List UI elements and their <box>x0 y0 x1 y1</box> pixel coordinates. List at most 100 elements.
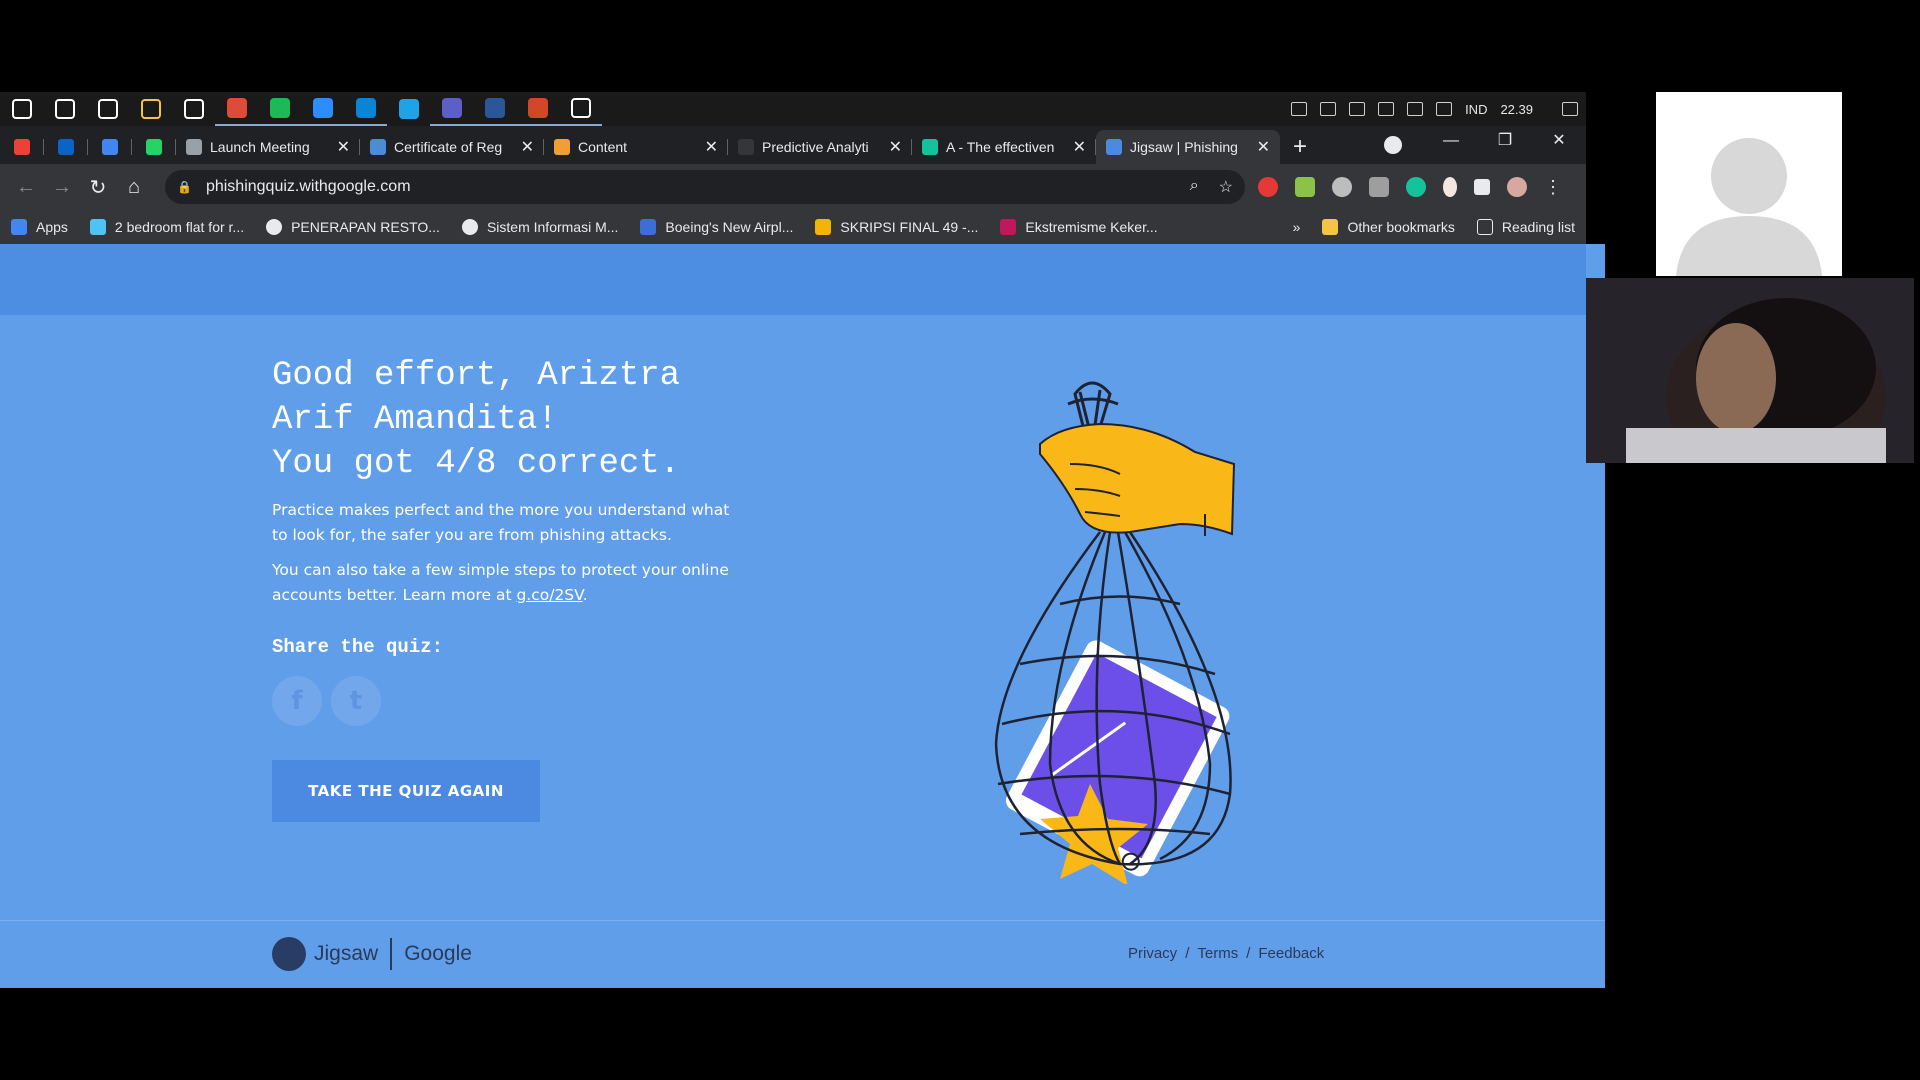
spotify-icon[interactable] <box>258 92 301 126</box>
folder-icon <box>1322 219 1339 235</box>
file-explorer-icon[interactable] <box>129 92 172 126</box>
jigsaw-google-brand[interactable]: Jigsaw Google <box>272 937 472 971</box>
battery-icon[interactable] <box>1349 102 1366 116</box>
browser-tab[interactable]: Content ✕ <box>544 130 728 164</box>
tab-close-icon[interactable]: ✕ <box>337 137 350 157</box>
zoom-icon[interactable]: ⌕ <box>1190 177 1199 197</box>
tab-close-icon[interactable]: ✕ <box>705 137 718 157</box>
grammarly-icon <box>922 139 938 155</box>
chrome-icon[interactable] <box>215 92 258 126</box>
new-tab-button[interactable]: + <box>1280 130 1320 164</box>
bookmark-item[interactable]: Apps <box>0 219 79 235</box>
edge-icon-glyph <box>398 99 419 119</box>
word-icon[interactable] <box>473 92 516 126</box>
feedback-link[interactable]: Feedback <box>1258 945 1324 962</box>
extension-icon[interactable] <box>1369 177 1389 197</box>
bookmark-item[interactable]: 2 bedroom flat for r... <box>79 219 255 235</box>
notifications-icon[interactable] <box>1562 102 1578 116</box>
store-icon-glyph <box>183 99 204 119</box>
jigsaw-logo-icon <box>272 937 306 971</box>
bookmark-item[interactable]: SKRIPSI FINAL 49 -... <box>804 219 989 235</box>
teams-icon[interactable] <box>430 92 473 126</box>
participant-avatar-tile[interactable] <box>1656 92 1842 276</box>
search-icon[interactable] <box>43 92 86 126</box>
learn-more-link[interactable]: g.co/2SV <box>516 586 582 604</box>
tab-title: Launch Meeting <box>210 139 310 155</box>
pinned-tab[interactable] <box>88 130 132 164</box>
facebook-share-button[interactable]: f <box>272 676 322 726</box>
pinned-tab[interactable] <box>132 130 176 164</box>
browser-tab[interactable]: Certificate of Reg ✕ <box>360 130 544 164</box>
adblock-icon[interactable] <box>1258 177 1278 197</box>
windows-start-icon[interactable] <box>0 92 43 126</box>
grammarly-icon[interactable] <box>1406 177 1426 197</box>
cortana-icon[interactable] <box>86 92 129 126</box>
pinned-tab[interactable] <box>0 130 44 164</box>
bookmark-item[interactable]: Sistem Informasi M... <box>451 219 629 235</box>
edge-icon[interactable] <box>387 92 430 126</box>
take-quiz-again-button[interactable]: TAKE THE QUIZ AGAIN <box>272 760 540 822</box>
wifi-icon[interactable] <box>1407 102 1424 116</box>
participant-camera-tile[interactable] <box>1586 278 1914 463</box>
file-explorer-icon-glyph <box>140 99 161 119</box>
extension-icon[interactable] <box>1295 177 1315 197</box>
bookmark-item[interactable]: Ekstremisme Keker... <box>989 219 1168 235</box>
profile-avatar[interactable] <box>1507 177 1527 197</box>
address-bar[interactable]: 🔒 phishingquiz.withgoogle.com ⌕ ☆ <box>165 170 1245 204</box>
globe-extension-icon[interactable] <box>1332 177 1352 197</box>
content-icon <box>554 139 570 155</box>
zoom-icon[interactable] <box>301 92 344 126</box>
volume-icon[interactable] <box>1436 102 1453 116</box>
protect-text: You can also take a few simple steps to … <box>272 561 729 604</box>
windows-taskbar: IND 22.39 <box>0 92 1586 126</box>
chevron-up-icon[interactable] <box>1291 102 1308 116</box>
mail-icon[interactable] <box>344 92 387 126</box>
other-bookmarks[interactable]: Other bookmarks <box>1311 219 1465 235</box>
home-icon[interactable]: ⌂ <box>116 176 152 199</box>
document-icon <box>370 139 386 155</box>
tab-close-icon[interactable]: ✕ <box>1073 137 1086 157</box>
store-icon[interactable] <box>172 92 215 126</box>
bookmark-item[interactable]: PENERAPAN RESTO... <box>255 219 451 235</box>
close-window-icon[interactable]: ✕ <box>1532 126 1586 156</box>
bookmark-label: 2 bedroom flat for r... <box>114 219 245 235</box>
tab-close-icon[interactable]: ✕ <box>521 137 534 157</box>
settings-icon[interactable] <box>559 92 602 126</box>
tab-close-icon[interactable]: ✕ <box>1257 137 1270 157</box>
privacy-link[interactable]: Privacy <box>1128 945 1177 962</box>
menu-kebab-icon[interactable]: ⋮ <box>1544 177 1562 198</box>
apps-grid-icon <box>11 219 27 235</box>
tab-search-icon[interactable] <box>1384 136 1402 154</box>
terms-link[interactable]: Terms <box>1197 945 1238 962</box>
tab-close-icon[interactable]: ✕ <box>889 137 902 157</box>
bookmark-item[interactable]: Boeing's New Airpl... <box>629 219 804 235</box>
minimize-icon[interactable]: — <box>1424 126 1478 156</box>
browser-tab[interactable]: Jigsaw | Phishing ✕ <box>1096 130 1280 164</box>
extensions-area: ⋮ <box>1258 164 1562 210</box>
browser-tab[interactable]: A - The effectiven ✕ <box>912 130 1096 164</box>
browser-tab[interactable]: Predictive Analyti ✕ <box>728 130 912 164</box>
forward-icon[interactable]: → <box>44 176 80 199</box>
reload-icon[interactable]: ↻ <box>80 175 116 200</box>
tab-title: Predictive Analyti <box>762 139 869 155</box>
browser-tab[interactable]: Launch Meeting ✕ <box>176 130 360 164</box>
restore-icon[interactable]: ❐ <box>1478 126 1532 156</box>
clock[interactable]: 22.39 <box>1500 102 1533 117</box>
powerpoint-icon[interactable] <box>516 92 559 126</box>
meet-now-icon[interactable] <box>1320 102 1337 116</box>
bookmark-label: PENERAPAN RESTO... <box>291 219 440 235</box>
twitter-share-button[interactable]: t <box>331 676 381 726</box>
language-indicator[interactable]: IND <box>1465 102 1487 117</box>
puzzle-icon[interactable] <box>1474 179 1490 195</box>
reading-list[interactable]: Reading list <box>1466 219 1586 235</box>
bookmarks-more-icon[interactable]: » <box>1282 219 1312 235</box>
back-icon[interactable]: ← <box>8 176 44 199</box>
bookmark-star-icon[interactable]: ☆ <box>1219 177 1233 197</box>
extension-icon[interactable] <box>1443 177 1457 197</box>
bookmark-label: SKRIPSI FINAL 49 -... <box>840 219 979 235</box>
twitter-icon: t <box>349 686 363 716</box>
globe-icon <box>186 139 202 155</box>
onedrive-icon[interactable] <box>1378 102 1395 116</box>
result-headline: Good effort, Ariztra Arif Amandita! You … <box>272 354 680 486</box>
pinned-tab[interactable] <box>44 130 88 164</box>
